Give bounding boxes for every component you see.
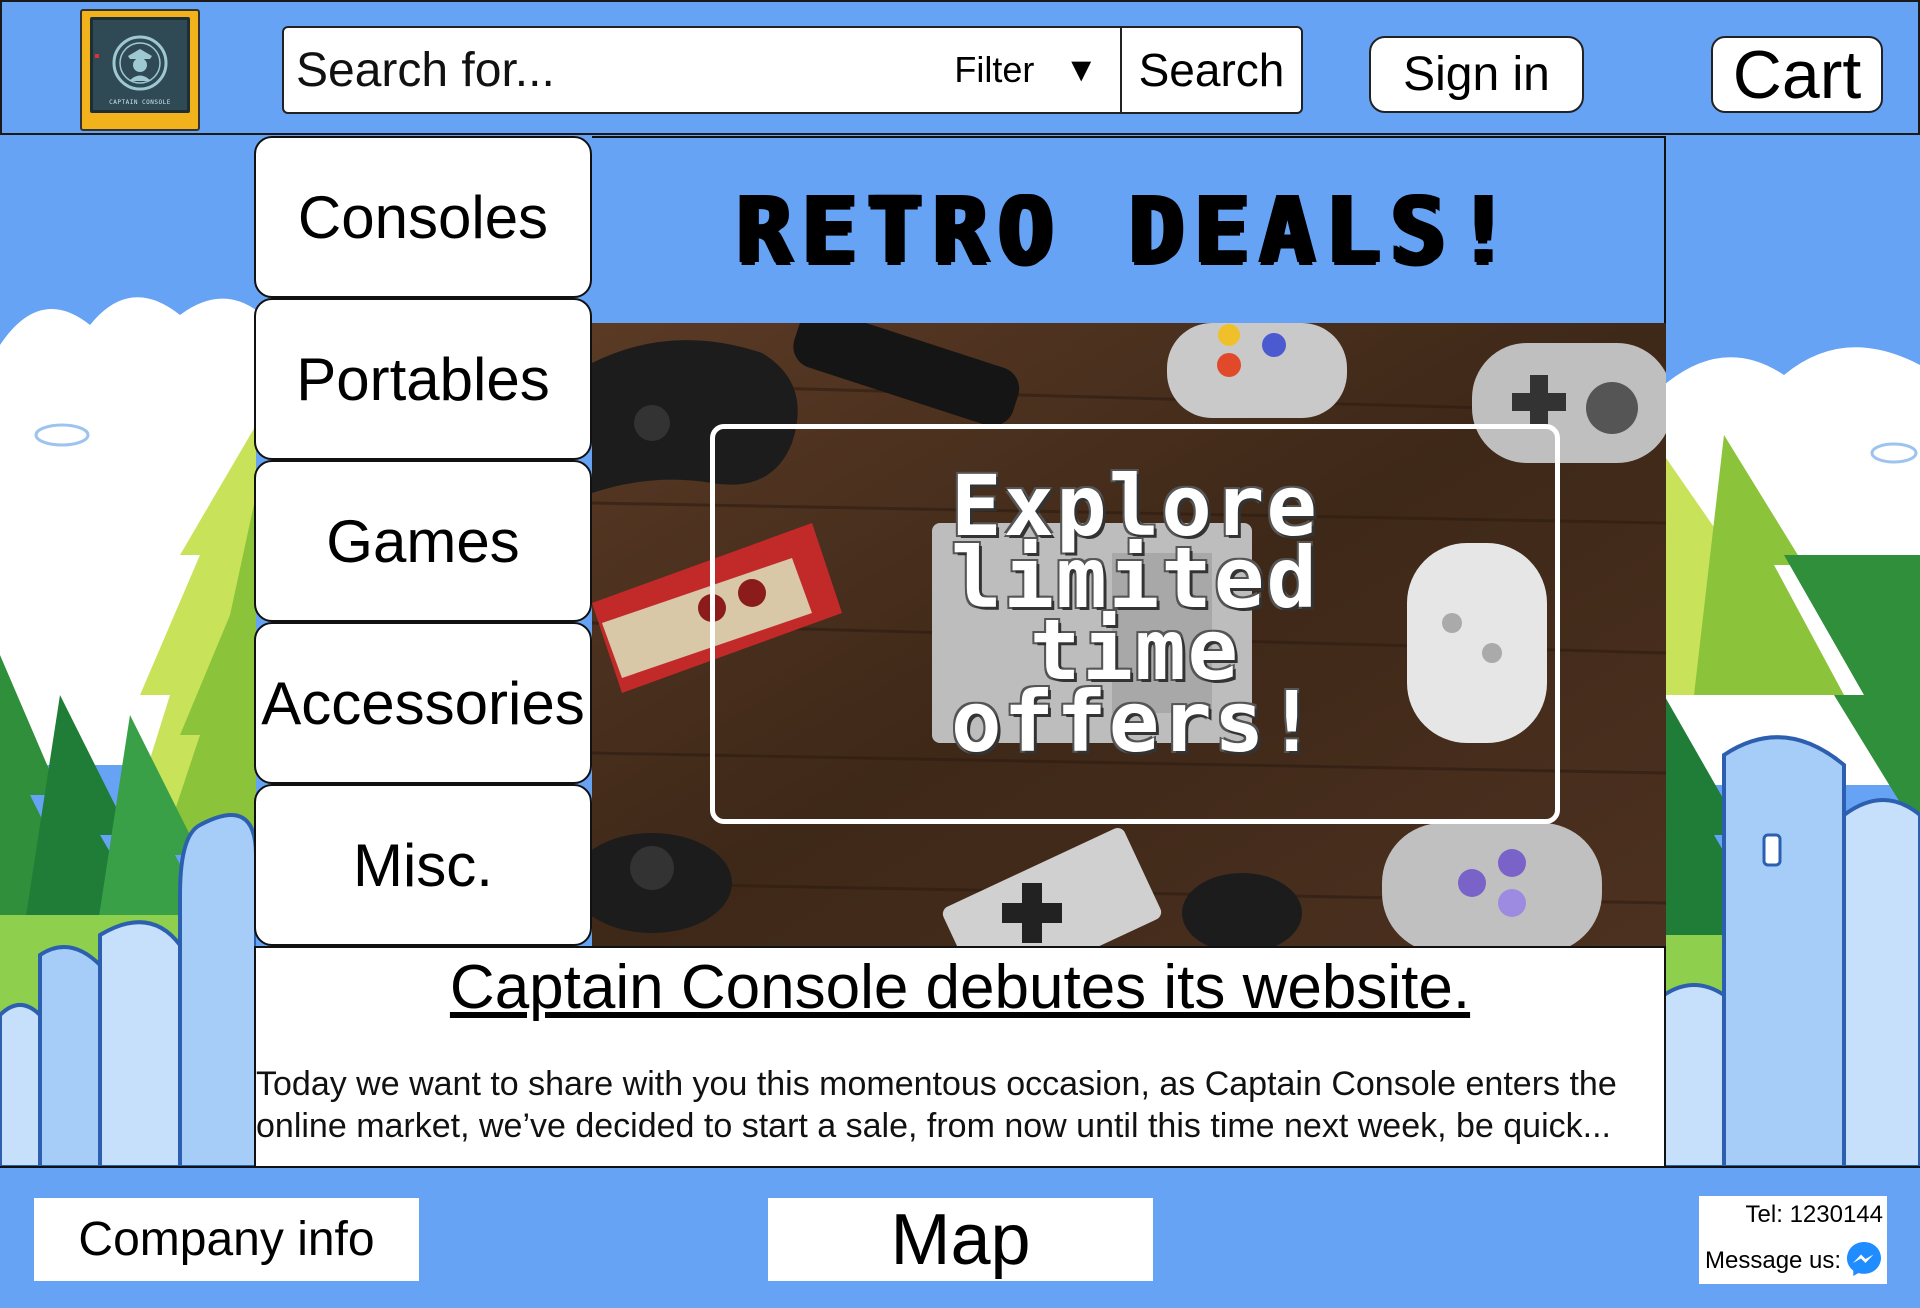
- chevron-down-icon: ▼: [1064, 50, 1098, 89]
- search-input[interactable]: [284, 28, 935, 112]
- category-games-button[interactable]: Games: [254, 460, 592, 622]
- filter-label: Filter: [954, 49, 1035, 90]
- site-header: CAPTAIN CONSOLE Filter ▼ Search Sign in …: [0, 0, 1920, 135]
- cart-button[interactable]: Cart: [1711, 36, 1883, 113]
- hero-offer-banner[interactable]: Explore limited time offers!: [592, 323, 1666, 947]
- retro-deals-title: RETRO DEALS!: [735, 177, 1521, 284]
- category-accessories-button[interactable]: Accessories: [254, 622, 592, 784]
- news-article: Captain Console debutes its website. Tod…: [254, 946, 1666, 1168]
- map-button[interactable]: Map: [768, 1198, 1153, 1281]
- sign-in-button[interactable]: Sign in: [1369, 36, 1584, 113]
- category-sidebar: Consoles Portables Games Accessories Mis…: [254, 136, 592, 946]
- article-body: Today we want to share with you this mom…: [256, 1065, 1617, 1145]
- offer-text: Explore limited time offers!: [950, 457, 1319, 771]
- category-misc-button[interactable]: Misc.: [254, 784, 592, 946]
- site-footer: Company info Map Tel: 1230144 Message us…: [0, 1166, 1920, 1308]
- category-portables-button[interactable]: Portables: [254, 298, 592, 460]
- captain-console-logo[interactable]: CAPTAIN CONSOLE: [80, 9, 200, 131]
- company-info-button[interactable]: Company info: [34, 1198, 419, 1281]
- logo-led: [95, 54, 99, 58]
- pixel-scenery-right: [1664, 135, 1920, 1167]
- retro-deals-banner: RETRO DEALS!: [592, 136, 1666, 323]
- captain-emblem-icon: [112, 35, 168, 91]
- message-us-label: Message us:: [1705, 1247, 1842, 1274]
- logo-screen: CAPTAIN CONSOLE: [90, 17, 190, 113]
- messenger-icon[interactable]: [1845, 1240, 1883, 1278]
- article-title-link[interactable]: Captain Console debutes its website.: [256, 952, 1664, 1023]
- category-consoles-button[interactable]: Consoles: [254, 136, 592, 298]
- search-button[interactable]: Search: [1120, 28, 1301, 112]
- contact-box: Tel: 1230144 Message us:: [1699, 1196, 1887, 1284]
- search-bar: Filter ▼ Search: [282, 26, 1303, 114]
- logo-caption: CAPTAIN CONSOLE: [109, 99, 171, 106]
- pixel-landscape-right-icon: [1664, 135, 1920, 1167]
- offer-frame: Explore limited time offers!: [710, 424, 1560, 824]
- filter-dropdown[interactable]: Filter ▼: [934, 28, 1120, 112]
- contact-telephone: Tel: 1230144: [1745, 1201, 1883, 1228]
- pixel-scenery-left: [0, 135, 256, 1167]
- pixel-landscape-left-icon: [0, 135, 256, 1167]
